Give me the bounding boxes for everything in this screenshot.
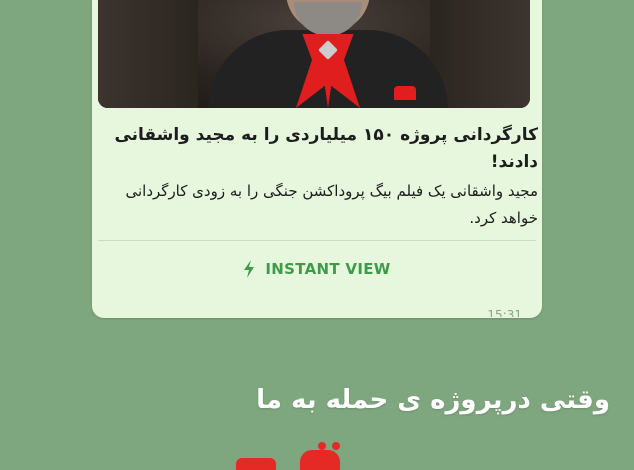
divider (98, 240, 536, 241)
instant-view-button[interactable]: INSTANT VIEW (92, 256, 542, 282)
story-caption: وقتی درپروژه ی حمله به ما (256, 385, 610, 415)
article-title: کارگردانی پروژه ۱۵۰ میلیاردی را به مجید … (114, 125, 538, 172)
red-text-fragment (318, 442, 326, 450)
message-bubble[interactable]: کارگردانی پروژه ۱۵۰ میلیاردی را به مجید … (92, 0, 542, 318)
article-photo[interactable] (98, 0, 530, 108)
red-text-fragment (332, 442, 340, 450)
article-description: مجید واشقانی یک فیلم بیگ پروداکشن جنگی ر… (125, 182, 539, 227)
red-text-fragment (236, 458, 276, 470)
instant-view-label: INSTANT VIEW (265, 260, 391, 278)
lightning-icon (244, 260, 255, 278)
message-time: 15:31 (487, 308, 522, 317)
red-text-fragment (300, 450, 340, 470)
